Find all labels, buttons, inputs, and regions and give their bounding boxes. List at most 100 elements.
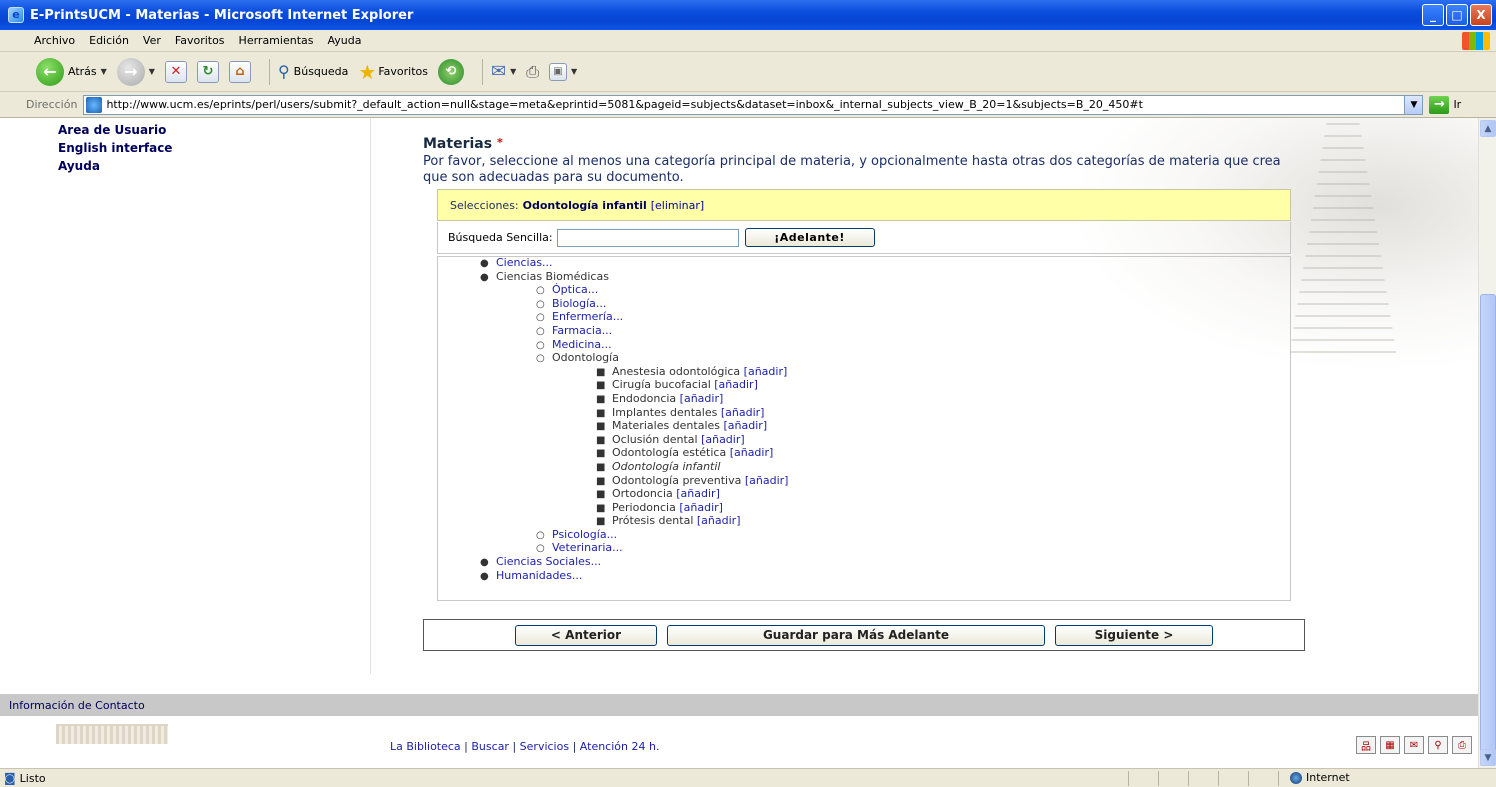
- add-materiales-link[interactable]: [añadir]: [724, 419, 768, 432]
- add-protesis-link[interactable]: [añadir]: [697, 514, 741, 527]
- tree-item-farmacia: ○ Farmacia...: [438, 324, 1290, 339]
- tree-item-oclusion: ■ Oclusión dental [añadir]: [438, 433, 1290, 448]
- address-input[interactable]: http://www.ucm.es/eprints/perl/users/sub…: [83, 94, 1424, 115]
- scroll-down-icon[interactable]: ▼: [1480, 749, 1496, 766]
- menu-ayuda[interactable]: Ayuda: [327, 34, 361, 47]
- save-later-button[interactable]: Guardar para Más Adelante: [667, 624, 1045, 646]
- history-button[interactable]: ⟲: [437, 58, 464, 85]
- search-go-button[interactable]: ¡Adelante!: [744, 228, 875, 247]
- tree-link-optica[interactable]: Óptica...: [552, 283, 598, 296]
- footer-link-biblioteca[interactable]: La Biblioteca: [390, 740, 461, 753]
- refresh-button[interactable]: ↻: [196, 60, 219, 83]
- tree-link-farmacia[interactable]: Farmacia...: [552, 324, 612, 337]
- bullet-square-icon: ■: [596, 366, 606, 378]
- menu-herramientas[interactable]: Herramientas: [239, 34, 314, 47]
- footer-link-servicios[interactable]: Servicios: [520, 740, 569, 753]
- add-endodoncia-link[interactable]: [añadir]: [680, 392, 724, 405]
- forward-dropdown-icon[interactable]: ▼: [149, 67, 155, 76]
- tree-link-enfermeria[interactable]: Enfermería...: [552, 310, 623, 324]
- main-panel: Materias * Por favor, seleccione al meno…: [423, 136, 1323, 651]
- footer-link-atencion[interactable]: Atención 24 h.: [580, 740, 660, 753]
- forward-arrow-icon: →: [116, 57, 145, 86]
- edit-dropdown-icon[interactable]: ▼: [571, 67, 577, 76]
- printer-icon: ⎙: [526, 61, 540, 81]
- back-dropdown-icon[interactable]: ▼: [101, 67, 107, 76]
- footer-separator: |: [464, 740, 468, 753]
- tree-link-biologia[interactable]: Biología...: [552, 297, 606, 310]
- prev-button[interactable]: < Anterior: [515, 624, 657, 646]
- history-icon: ⟲: [437, 58, 464, 85]
- menu-edicion[interactable]: Edición: [89, 34, 129, 47]
- add-anestesia-link[interactable]: [añadir]: [744, 365, 788, 378]
- favorites-button[interactable]: ★ Favoritos: [358, 60, 428, 84]
- mail-dropdown-icon[interactable]: ▼: [510, 67, 516, 76]
- bullet-disc-icon: ●: [480, 258, 489, 269]
- footer-separator: |: [572, 740, 577, 753]
- tree-item-estetica: ■ Odontología estética [añadir]: [438, 447, 1290, 461]
- footer: La Biblioteca | Buscar | Servicios | Ate…: [0, 716, 1478, 768]
- page-status-icon: ◙: [4, 771, 16, 785]
- page-icon: [86, 96, 103, 113]
- go-arrow-icon: →: [1429, 95, 1450, 114]
- home-button[interactable]: ⌂: [228, 60, 251, 83]
- vertical-scrollbar[interactable]: ▲ ▼: [1478, 118, 1496, 768]
- tree-item-veterinaria: ○ Veterinaria...: [438, 542, 1290, 556]
- search-button[interactable]: ⚲ Búsqueda: [278, 62, 348, 81]
- footer-contact-bar: Información de Contacto: [0, 694, 1478, 716]
- sidebar-link-area-usuario[interactable]: Area de Usuario: [58, 121, 172, 139]
- tree-link-ciencias[interactable]: Ciencias...: [496, 256, 553, 269]
- add-estetica-link[interactable]: [añadir]: [730, 446, 774, 460]
- directory-icon[interactable]: ▦: [1380, 736, 1400, 754]
- menu-archivo[interactable]: Archivo: [34, 34, 75, 47]
- add-preventiva-link[interactable]: [añadir]: [745, 474, 789, 487]
- address-dropdown-icon[interactable]: ▼: [1404, 95, 1423, 114]
- tree-link-medicina[interactable]: Medicina...: [552, 338, 612, 351]
- search-label: Búsqueda: [293, 65, 349, 78]
- add-oclusion-link[interactable]: [añadir]: [701, 433, 745, 446]
- sitemap-icon[interactable]: 品: [1356, 736, 1376, 754]
- selection-box: Selecciones: Odontología infantil [elimi…: [437, 189, 1291, 221]
- print-button[interactable]: ⎙: [526, 62, 539, 82]
- add-cirugia-link[interactable]: [añadir]: [714, 378, 758, 392]
- search-label: Búsqueda Sencilla:: [448, 231, 553, 244]
- back-button[interactable]: ← Atrás ▼: [36, 57, 107, 86]
- remove-selection-link[interactable]: [eliminar]: [651, 199, 704, 212]
- forward-button[interactable]: → ▼: [116, 57, 155, 86]
- tree-link-psicologia[interactable]: Psicología...: [552, 528, 617, 541]
- maximize-button[interactable]: □: [1446, 4, 1468, 26]
- wizard-nav: < Anterior Guardar para Más Adelante Sig…: [423, 619, 1305, 651]
- add-ortodoncia-link[interactable]: [añadir]: [676, 487, 720, 500]
- footer-link-buscar[interactable]: Buscar: [471, 740, 509, 753]
- scroll-thumb[interactable]: [1480, 294, 1496, 754]
- close-button[interactable]: X: [1470, 4, 1492, 26]
- sidebar-link-english[interactable]: English interface: [58, 139, 172, 157]
- print-icon[interactable]: ⎙: [1452, 736, 1472, 754]
- tree-label-protesis: Prótesis dental: [612, 514, 694, 528]
- tree-item-sociales: ● Ciencias Sociales...: [438, 555, 1290, 570]
- go-button[interactable]: → Ir: [1429, 95, 1461, 114]
- edit-button[interactable]: ▣ ▼: [549, 62, 577, 81]
- bullet-circle-icon: ○: [536, 529, 545, 541]
- scroll-up-icon[interactable]: ▲: [1480, 120, 1496, 137]
- stop-button[interactable]: ✕: [164, 60, 187, 83]
- contact-link[interactable]: Información de Contacto: [9, 699, 145, 712]
- tree-link-veterinaria[interactable]: Veterinaria...: [552, 541, 623, 555]
- simple-search-input[interactable]: [556, 228, 739, 247]
- add-implantes-link[interactable]: [añadir]: [721, 406, 765, 419]
- next-button[interactable]: Siguiente >: [1055, 624, 1213, 646]
- sidebar-link-ayuda[interactable]: Ayuda: [58, 157, 172, 175]
- bullet-square-icon: ■: [596, 434, 606, 446]
- mail-button[interactable]: ✉ ▼: [491, 61, 516, 82]
- menu-ver[interactable]: Ver: [143, 34, 161, 47]
- tree-item-biologia: ○ Biología...: [438, 297, 1290, 312]
- mail-icon[interactable]: ✉: [1404, 736, 1424, 754]
- add-periodoncia-link[interactable]: [añadir]: [679, 501, 723, 514]
- minimize-button[interactable]: _: [1422, 4, 1444, 26]
- tree-label-infantil: Odontología infantil: [612, 459, 721, 473]
- bullet-square-icon: ■: [596, 475, 606, 487]
- tree-label-biomedicas: Ciencias Biomédicas: [496, 269, 609, 283]
- menu-favoritos[interactable]: Favoritos: [175, 34, 225, 47]
- search-icon[interactable]: ⚲: [1428, 736, 1448, 754]
- tree-link-sociales[interactable]: Ciencias Sociales...: [496, 555, 601, 568]
- tree-link-humanidades[interactable]: Humanidades...: [496, 569, 582, 582]
